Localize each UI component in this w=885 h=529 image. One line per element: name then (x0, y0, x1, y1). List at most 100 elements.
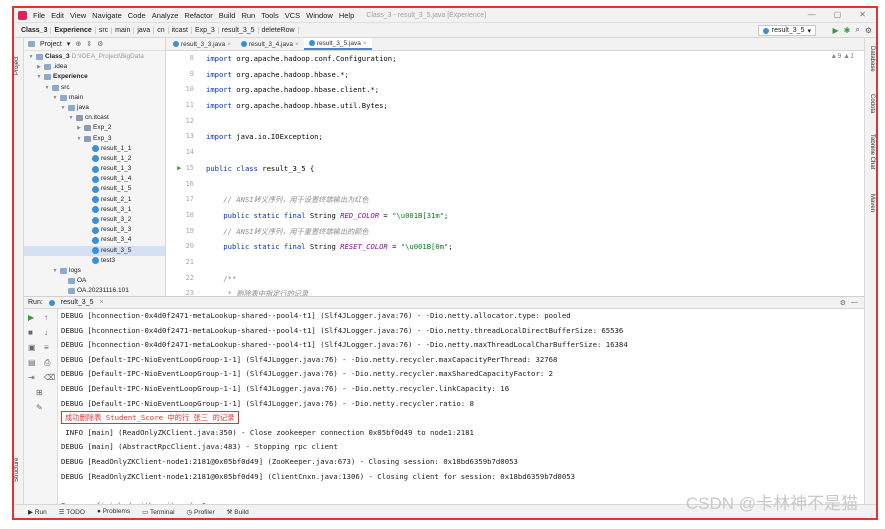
project-tool-tab[interactable]: Project (14, 46, 24, 86)
tree-item-src[interactable]: ▼ src (24, 83, 165, 93)
breadcrumb-item[interactable]: itcast (169, 26, 192, 34)
menu-navigate[interactable]: Navigate (92, 11, 122, 20)
run-config-select[interactable]: result_3_5 ▾ (757, 25, 816, 36)
console-output[interactable]: DEBUG [hconnection-0x4d0f2471-metaLookup… (58, 309, 864, 504)
layout-icon[interactable]: ▤ (28, 358, 36, 367)
menu-tools[interactable]: Tools (261, 11, 279, 20)
breadcrumb-item[interactable]: Class_3 (18, 26, 52, 34)
menu-code[interactable]: Code (128, 11, 146, 20)
breadcrumb-item[interactable]: cn (154, 26, 169, 34)
down-arrow-icon[interactable]: ↓ (44, 328, 48, 337)
tab-result_3_3-java[interactable]: result_3_3.java × (168, 38, 236, 50)
run-icon[interactable]: ▶ (832, 26, 838, 35)
tree-item-result-1-5[interactable]: result_1_5 (24, 184, 165, 194)
tree-item-oa[interactable]: OA (24, 276, 165, 286)
close-icon[interactable]: × (295, 41, 299, 48)
menu-edit[interactable]: Edit (51, 11, 64, 20)
tool-tab-build[interactable]: ⚒ Build (227, 508, 249, 516)
tab-result_3_4-java[interactable]: result_3_4.java × (236, 38, 304, 50)
project-view-select[interactable]: Project (40, 41, 62, 48)
tree-item-result-3-2[interactable]: result_3_2 (24, 215, 165, 225)
camera-icon[interactable]: ▣ (28, 343, 36, 352)
console-line: DEBUG [hconnection-0x4d0f2471-metaLookup… (61, 340, 628, 350)
tool-tab-terminal[interactable]: ▭ Terminal (142, 508, 174, 516)
tree-item-class-3[interactable]: ▼ Class_3 D:\IDEA_Project\BigData (24, 52, 165, 62)
breadcrumb-item[interactable]: main (112, 26, 135, 34)
menu-run[interactable]: Run (241, 11, 255, 20)
tree-item-logs[interactable]: ▼ logs (24, 266, 165, 276)
structure-tool-tab[interactable]: Structure (14, 448, 24, 492)
tree-item-result-1-2[interactable]: result_1_2 (24, 154, 165, 164)
maven-tool-tab[interactable]: Maven (865, 194, 875, 224)
tree-item-result-3-4[interactable]: result_3_4 (24, 235, 165, 245)
stop-icon[interactable]: ■ (28, 328, 33, 337)
tool-tab-run[interactable]: ▶ Run (28, 508, 47, 516)
rerun-icon[interactable]: ▶ (28, 313, 34, 322)
breadcrumb-item[interactable]: Exp_3 (192, 26, 219, 34)
print-icon[interactable]: ⎙ (44, 358, 50, 368)
gear-icon[interactable]: ⚙ (840, 299, 846, 307)
breadcrumb-item[interactable]: result_3_5 (219, 26, 259, 34)
breadcrumb-item[interactable]: Experience (51, 26, 96, 34)
minimize-icon[interactable]: — (851, 299, 858, 306)
debug-icon[interactable]: ✱ (844, 26, 851, 35)
tree-item-experience[interactable]: ▼ Experience (24, 72, 165, 82)
run-tab[interactable]: result_3_5 (61, 299, 94, 306)
locate-icon[interactable]: ⊕ (75, 40, 81, 48)
gear-icon[interactable]: ⚙ (865, 26, 872, 35)
code-line: public class result_3_5 { (206, 161, 864, 177)
menu-analyze[interactable]: Analyze (152, 11, 179, 20)
minimize-icon[interactable]: — (808, 10, 816, 19)
menu-help[interactable]: Help (339, 11, 354, 20)
tree-item-result-3-3[interactable]: result_3_3 (24, 225, 165, 235)
menu-view[interactable]: View (70, 11, 86, 20)
exit-icon[interactable]: ⇥ (28, 373, 35, 382)
tree-item-cn-itcast[interactable]: ▼ cn.itcast (24, 113, 165, 123)
menu-file[interactable]: File (33, 11, 45, 20)
collapse-icon[interactable]: ⇕ (86, 40, 92, 48)
tree-item-exp-3[interactable]: ▼ Exp_3 (24, 134, 165, 144)
breadcrumb-item[interactable]: java (134, 26, 155, 34)
tree-item-test3[interactable]: test3 (24, 256, 165, 266)
tree-item-result-1-4[interactable]: result_1_4 (24, 174, 165, 184)
tree-item-java[interactable]: ▼ java (24, 103, 165, 113)
code-area[interactable]: import org.apache.hadoop.conf.Configurat… (206, 51, 864, 296)
tool-tab-problems[interactable]: ● Problems (97, 508, 130, 515)
maximize-icon[interactable]: ▢ (834, 10, 842, 19)
database-tool-tab[interactable]: Database (865, 46, 875, 86)
close-icon[interactable]: × (363, 40, 367, 47)
codota-tool-tab[interactable]: Codota (865, 94, 875, 126)
wrap-icon[interactable]: ≡ (44, 343, 49, 352)
menu-refactor[interactable]: Refactor (184, 11, 212, 20)
pin-icon[interactable]: ⊞ (36, 388, 43, 397)
tab-result_3_5-java[interactable]: result_3_5.java × (303, 38, 372, 50)
gear-icon[interactable]: ⚙ (97, 40, 103, 48)
close-icon[interactable]: × (227, 41, 231, 48)
breadcrumb-item[interactable]: src (96, 26, 113, 34)
tree-item-result-2-1[interactable]: result_2_1 (24, 195, 165, 205)
trash-icon[interactable]: ⌫ (44, 373, 55, 382)
menu-window[interactable]: Window (306, 11, 333, 20)
menu-build[interactable]: Build (219, 11, 236, 20)
tree-item-exp-2[interactable]: ▶ Exp_2 (24, 123, 165, 133)
tool-tab-profiler[interactable]: ◷ Profiler (187, 508, 215, 516)
search-icon[interactable]: ⌕ (855, 25, 859, 35)
tree-item-result-1-1[interactable]: result_1_1 (24, 144, 165, 154)
tree-item-result-1-3[interactable]: result_1_3 (24, 164, 165, 174)
pushpin-icon[interactable]: ✎ (36, 403, 43, 412)
close-icon[interactable]: ✕ (859, 10, 866, 19)
run-gutter-icon[interactable]: ▶ (177, 164, 185, 172)
tree-item-oa-20231116-101[interactable]: OA.20231116.101 (24, 286, 165, 296)
tree-item-result-3-5[interactable]: result_3_5 (24, 245, 165, 256)
breadcrumb-item[interactable]: deleteRow (259, 26, 299, 34)
tool-tab-todo[interactable]: ☰ TODO (59, 508, 85, 516)
tree-item-main[interactable]: ▼ main (24, 93, 165, 103)
tabnine-tool-tab[interactable]: Tabnine Chat (865, 134, 875, 186)
code-token: "\u001B[0m" (400, 242, 449, 252)
up-arrow-icon[interactable]: ↑ (44, 313, 48, 322)
tree-item--idea[interactable]: ▶ .idea (24, 62, 165, 72)
tree-item-result-3-1[interactable]: result_3_1 (24, 205, 165, 215)
menu-vcs[interactable]: VCS (285, 11, 300, 20)
close-icon[interactable]: × (100, 299, 104, 306)
code-line: import org.apache.hadoop.hbase.util.Byte… (206, 98, 864, 114)
